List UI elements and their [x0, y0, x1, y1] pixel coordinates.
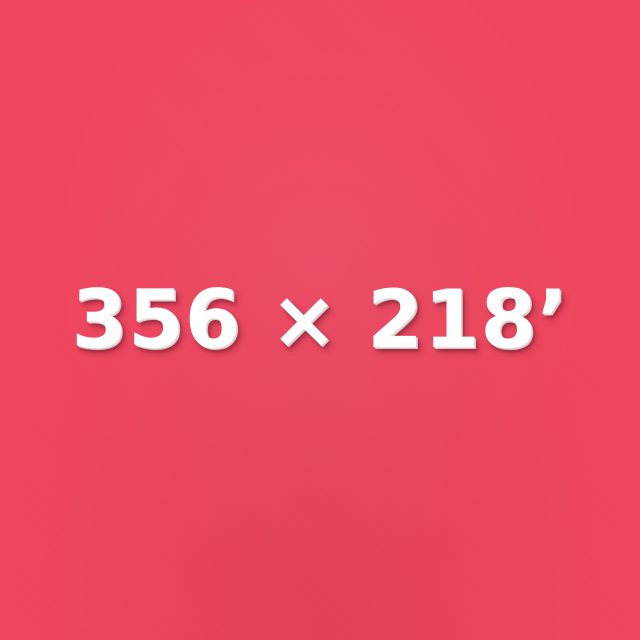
multiplication-expression: 356 × 218’	[71, 273, 569, 366]
